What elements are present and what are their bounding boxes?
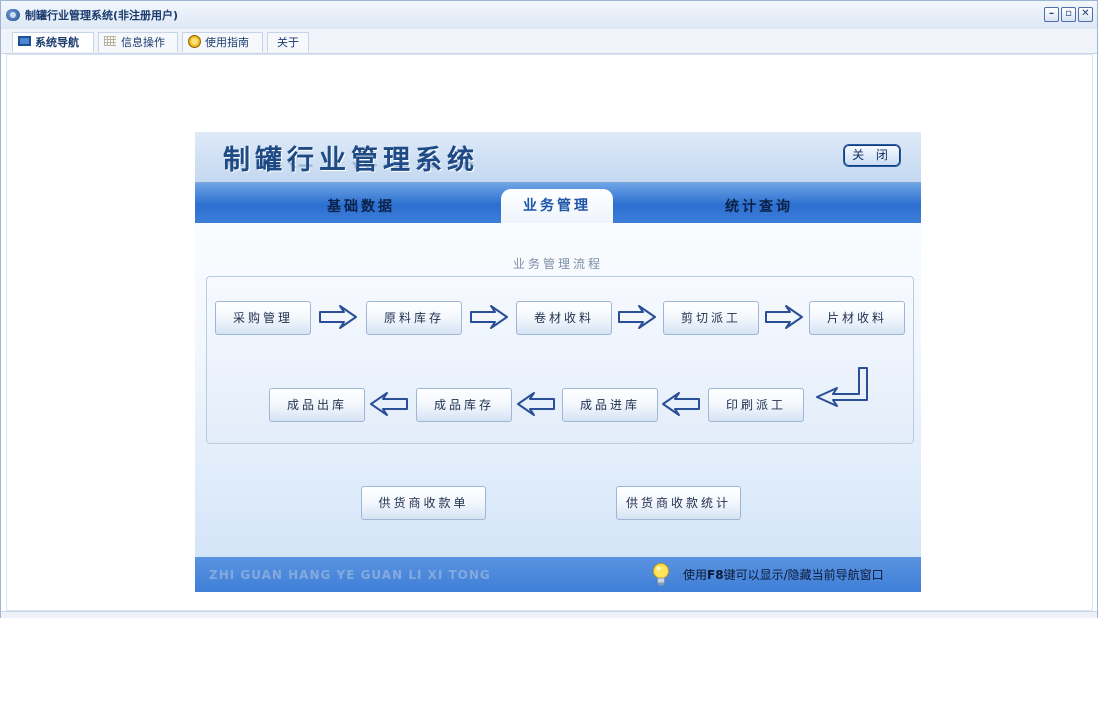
navigation-panel: 制罐行业管理系统 制罐行业管理系统 关 闭 基础数据 业务管理 统计查询 业务管… xyxy=(195,132,921,592)
supplier-payment-button[interactable]: 供货商收款单 xyxy=(361,486,486,520)
flow-button-coil-receive[interactable]: 卷材收料 xyxy=(516,301,612,335)
close-window-button[interactable]: ✕ xyxy=(1078,7,1093,22)
tab-bar: 系统导航 信息操作 使用指南 关于 xyxy=(1,29,1097,54)
lightbulb-icon xyxy=(650,562,672,588)
flow-caption: 业务管理流程 xyxy=(512,257,603,271)
flow-button-cut-dispatch[interactable]: 剪切派工 xyxy=(663,301,759,335)
left-arrow-icon xyxy=(516,390,556,418)
restore-button[interactable]: ▫ xyxy=(1061,7,1076,22)
right-arrow-icon xyxy=(318,303,358,331)
tip-key: F8 xyxy=(707,568,724,582)
tab-label: 使用指南 xyxy=(205,36,249,49)
app-logo-icon xyxy=(6,9,20,21)
tab-label: 系统导航 xyxy=(35,36,79,49)
subtab-basic-data[interactable]: 基础数据 xyxy=(327,196,395,216)
supplier-payment-stats-button[interactable]: 供货商收款统计 xyxy=(616,486,741,520)
left-arrow-icon xyxy=(661,390,701,418)
window-title: 制罐行业管理系统(非注册用户) xyxy=(25,9,179,22)
tab-info-ops[interactable]: 信息操作 xyxy=(98,32,178,52)
panel-footer: ZHI GUAN HANG YE GUAN LI XI TONG 使用F8键可以… xyxy=(195,557,921,592)
flow-button-sheet-receive[interactable]: 片材收料 xyxy=(809,301,905,335)
tab-user-guide[interactable]: 使用指南 xyxy=(182,32,263,52)
panel-title-reflection: 制罐行业管理系统 xyxy=(223,162,479,176)
right-arrow-icon xyxy=(764,303,804,331)
footer-pinyin: ZHI GUAN HANG YE GUAN LI XI TONG xyxy=(209,568,491,582)
tab-system-nav[interactable]: 系统导航 xyxy=(12,32,94,52)
panel-close-button[interactable]: 关 闭 xyxy=(843,144,901,167)
help-icon xyxy=(188,35,201,48)
subtab-statistics[interactable]: 统计查询 xyxy=(725,196,793,216)
hotkey-tip: 使用F8键可以显示/隐藏当前导航窗口 xyxy=(683,566,884,583)
tab-label: 关于 xyxy=(277,36,299,49)
tab-about[interactable]: 关于 xyxy=(267,32,309,52)
flow-button-print-dispatch[interactable]: 印刷派工 xyxy=(708,388,804,422)
monitor-icon xyxy=(18,36,31,46)
flow-button-raw-stock[interactable]: 原料库存 xyxy=(366,301,462,335)
left-arrow-icon xyxy=(369,390,409,418)
right-arrow-icon xyxy=(469,303,509,331)
flow-button-purchase[interactable]: 采购管理 xyxy=(215,301,311,335)
flow-button-product-stock[interactable]: 成品库存 xyxy=(416,388,512,422)
flow-button-product-in[interactable]: 成品进库 xyxy=(562,388,658,422)
tip-prefix: 使用 xyxy=(683,568,708,582)
panel-header: 制罐行业管理系统 制罐行业管理系统 关 闭 xyxy=(195,132,921,183)
title-bar: 制罐行业管理系统(非注册用户) – ▫ ✕ xyxy=(1,1,1097,30)
turn-arrow-icon xyxy=(815,366,871,410)
status-strip xyxy=(1,611,1097,618)
tab-label: 信息操作 xyxy=(121,36,165,49)
module-tabs: 基础数据 业务管理 统计查询 xyxy=(195,183,921,223)
tip-suffix: 键可以显示/隐藏当前导航窗口 xyxy=(723,568,884,582)
flow-button-product-out[interactable]: 成品出库 xyxy=(269,388,365,422)
right-arrow-icon xyxy=(617,303,657,331)
minimize-button[interactable]: – xyxy=(1044,7,1059,22)
grid-icon xyxy=(104,36,116,46)
subtab-business-mgmt[interactable]: 业务管理 xyxy=(501,189,613,223)
